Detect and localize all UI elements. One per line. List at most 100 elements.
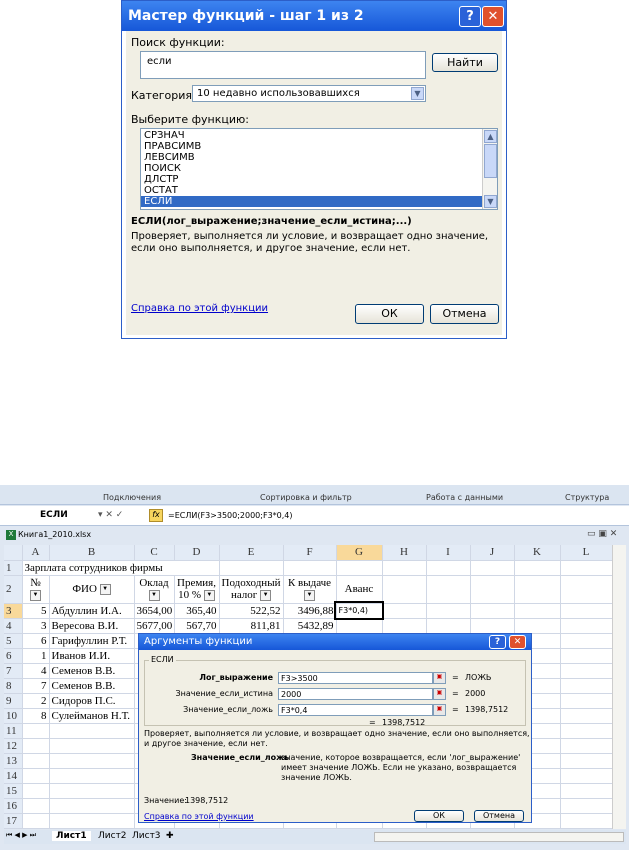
cell[interactable] <box>426 828 471 829</box>
cell-name[interactable] <box>49 828 135 829</box>
cell[interactable] <box>560 768 612 784</box>
function-list-item[interactable]: СРЗНАЧ <box>141 130 482 141</box>
cell[interactable] <box>382 575 427 604</box>
cell-number[interactable] <box>22 768 50 784</box>
cell[interactable] <box>560 560 612 576</box>
cell[interactable] <box>560 723 612 739</box>
cell-number[interactable] <box>22 783 50 799</box>
cell[interactable] <box>560 798 612 814</box>
cell-number[interactable] <box>22 753 50 769</box>
cell-number[interactable]: 7 <box>22 678 50 694</box>
formula-input[interactable]: =ЕСЛИ(F3>3500;2000;F3*0,4) <box>168 511 293 520</box>
function-list-item[interactable]: ПРАВСИМВ <box>141 141 482 152</box>
cell[interactable] <box>219 560 284 576</box>
cell[interactable] <box>426 618 471 634</box>
cell-name[interactable]: Гарифуллин Р.Т. <box>49 633 135 649</box>
function-list-item[interactable]: ОСТАТ <box>141 185 482 196</box>
cell[interactable] <box>514 618 561 634</box>
cell[interactable] <box>470 560 515 576</box>
cell-tax[interactable]: 811,81 <box>219 618 284 634</box>
insert-function-icon[interactable]: fx <box>149 509 163 522</box>
cell[interactable] <box>560 813 612 829</box>
function-list[interactable]: СРЗНАЧ ПРАВСИМВ ЛЕВСИМВ ПОИСК ДЛСТР ОСТАТ ЕСЛИ… <box>140 128 498 210</box>
cell-name[interactable] <box>49 798 135 814</box>
filter-dropdown-icon[interactable]: ▼ <box>203 589 215 601</box>
arg-ok-button[interactable]: ОК <box>414 810 464 822</box>
scroll-down-icon[interactable]: ▼ <box>484 195 497 208</box>
cell-payout[interactable]: 3496,88 <box>283 603 337 619</box>
scroll-up-icon[interactable]: ▲ <box>484 130 497 143</box>
new-sheet-icon[interactable]: ✚ <box>166 831 174 841</box>
cell-payout[interactable] <box>283 828 337 829</box>
tab-sheet-1[interactable]: Лист1 <box>52 831 91 841</box>
cell[interactable] <box>560 753 612 769</box>
cell[interactable] <box>560 603 612 619</box>
cell-advance[interactable] <box>336 618 383 634</box>
function-list-item[interactable]: ЛЕВСИМВ <box>141 152 482 163</box>
cell-name[interactable] <box>49 783 135 799</box>
collapse-dialog-icon[interactable]: ▣ <box>433 672 446 684</box>
cell-number[interactable]: 8 <box>22 708 50 724</box>
tab-sheet-2[interactable]: Лист2 <box>94 831 131 841</box>
cell-name[interactable] <box>49 738 135 754</box>
chevron-down-icon[interactable]: ▼ <box>411 87 424 100</box>
cell[interactable] <box>514 828 561 829</box>
arg-input[interactable]: F3*0,4 <box>278 704 433 716</box>
arg-help-button[interactable]: ? <box>489 635 506 649</box>
cell-number[interactable] <box>22 723 50 739</box>
cell[interactable] <box>560 663 612 679</box>
sheet-title-cell[interactable]: Зарплата сотрудников фирмы <box>22 560 220 576</box>
cell[interactable] <box>426 603 471 619</box>
cell[interactable] <box>560 618 612 634</box>
cell-number[interactable] <box>22 813 50 829</box>
cell-salary[interactable]: 3654,00 <box>134 603 175 619</box>
cell[interactable] <box>560 828 612 829</box>
cell-name[interactable] <box>49 768 135 784</box>
cell-bonus[interactable]: 365,40 <box>174 603 220 619</box>
filter-dropdown-icon[interactable]: ▼ <box>260 589 272 601</box>
cell[interactable] <box>426 560 471 576</box>
cell-salary[interactable] <box>134 828 175 829</box>
find-button[interactable]: Найти <box>432 53 498 72</box>
cell[interactable] <box>560 633 612 649</box>
cell-number[interactable] <box>22 738 50 754</box>
help-link[interactable]: Справка по этой функции <box>131 303 268 314</box>
ribbon-group-outline[interactable]: Структура <box>565 493 609 502</box>
cancel-formula-icon[interactable]: ▾ ✕ ✓ <box>98 510 123 520</box>
cell[interactable] <box>470 575 515 604</box>
ribbon-group-sort[interactable]: Сортировка и фильтр <box>260 493 352 502</box>
cell-number[interactable]: 3 <box>22 618 50 634</box>
cell-payout[interactable]: 5432,89 <box>283 618 337 634</box>
cell-number[interactable] <box>22 828 50 829</box>
horizontal-scrollbar[interactable] <box>374 832 624 842</box>
cell[interactable] <box>470 603 515 619</box>
cell[interactable] <box>470 828 515 829</box>
cell-name[interactable] <box>49 813 135 829</box>
cell-number[interactable] <box>22 798 50 814</box>
ribbon-group-data-tools[interactable]: Работа с данными <box>426 493 503 502</box>
cell[interactable] <box>336 560 383 576</box>
collapse-dialog-icon[interactable]: ▣ <box>433 688 446 700</box>
function-list-item[interactable]: ПОИСК <box>141 163 482 174</box>
cell[interactable] <box>382 560 427 576</box>
cell-tax[interactable] <box>219 828 284 829</box>
cell[interactable] <box>560 738 612 754</box>
cell[interactable] <box>382 828 427 829</box>
arg-help-link[interactable]: Справка по этой функции <box>144 812 254 821</box>
cell-advance[interactable] <box>336 828 383 829</box>
category-select[interactable]: 10 недавно использовавшихся ▼ <box>192 85 426 102</box>
sheet-nav-icon[interactable]: ⏮ ◀ ▶ ⏭ <box>6 831 36 840</box>
vertical-scrollbar[interactable] <box>612 545 626 829</box>
cell[interactable] <box>382 618 427 634</box>
cell-number[interactable]: 4 <box>22 663 50 679</box>
function-list-item[interactable]: ДЛСТР <box>141 174 482 185</box>
cell-tax[interactable]: 522,52 <box>219 603 284 619</box>
cell-name[interactable]: Семенов В.В. <box>49 663 135 679</box>
cell[interactable] <box>283 560 337 576</box>
filter-dropdown-icon[interactable]: ▼ <box>30 589 41 601</box>
cell[interactable] <box>514 603 561 619</box>
ribbon-group-connections[interactable]: Подключения <box>103 493 161 502</box>
cell[interactable] <box>560 708 612 724</box>
cell[interactable] <box>560 783 612 799</box>
filter-dropdown-icon[interactable]: ▼ <box>99 583 111 595</box>
